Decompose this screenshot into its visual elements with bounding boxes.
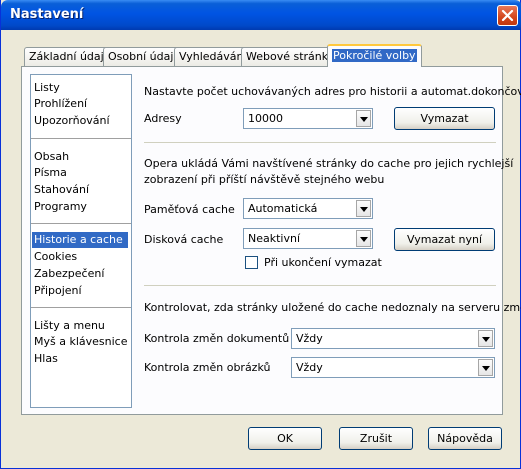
close-icon — [501, 9, 514, 22]
clear-history-button[interactable]: Vymazat — [394, 107, 495, 130]
sidebar-item-mouse-keyboard[interactable]: Myš a klávesnice — [34, 334, 127, 350]
section-divider — [144, 142, 496, 143]
cancel-button[interactable]: Zrušit — [339, 427, 413, 450]
sidebar-item-cookies[interactable]: Cookies — [34, 249, 77, 265]
window-title: Nastavení — [10, 7, 84, 22]
chevron-down-icon[interactable] — [356, 110, 371, 127]
disk-cache-value: Neaktivní — [248, 232, 301, 245]
sidebar-item-notifications[interactable]: Upozorňování — [34, 113, 110, 129]
chevron-down-icon[interactable] — [478, 330, 493, 347]
help-button[interactable]: Nápověda — [428, 427, 502, 450]
disk-cache-label: Disková cache — [144, 233, 224, 246]
sidebar-divider — [31, 138, 131, 139]
tab-web-pages[interactable]: Webové stránky — [241, 47, 340, 66]
memory-cache-select[interactable]: Automatická — [243, 198, 373, 219]
sidebar-item-voice[interactable]: Hlas — [34, 351, 58, 367]
close-button[interactable] — [497, 5, 518, 26]
sidebar-item-fonts[interactable]: Písma — [34, 165, 67, 181]
chevron-down-icon[interactable] — [356, 230, 371, 247]
memory-cache-value: Automatická — [248, 202, 318, 215]
tab-search[interactable]: Vyhledávání — [174, 47, 252, 66]
clear-on-exit-label[interactable]: Při ukončení vymazat — [264, 256, 382, 269]
check-documents-label: Kontrola změn dokumentů — [144, 332, 290, 345]
addresses-select[interactable]: 10000 — [243, 108, 373, 129]
memory-cache-label: Paměťová cache — [144, 203, 235, 216]
sidebar-item-programs[interactable]: Programy — [34, 199, 87, 215]
ok-button[interactable]: OK — [248, 427, 322, 450]
sidebar-item-toolbars-menu[interactable]: Lišty a menu — [34, 318, 105, 334]
chevron-down-icon[interactable] — [478, 359, 493, 376]
cache-description-line1: Opera ukládá Vámi navštívené stránky do … — [144, 157, 514, 170]
cache-description-line2: zobrazení při příští návštěvě stejného w… — [144, 173, 385, 186]
history-heading: Nastavte počet uchovávaných adres pro hi… — [144, 85, 521, 98]
tab-basic-info[interactable]: Základní údaje — [24, 47, 116, 66]
sidebar-item-tabs[interactable]: Listy — [34, 80, 60, 96]
sidebar-item-connection[interactable]: Připojení — [34, 283, 82, 299]
check-images-select[interactable]: Vždy — [291, 357, 495, 378]
sidebar-item-downloads[interactable]: Stahování — [34, 182, 89, 198]
tab-advanced[interactable]: Pokročilé volby — [327, 44, 422, 67]
settings-window: Nastavení Základní údaje Osobní údaje Vy… — [0, 0, 521, 469]
check-documents-select[interactable]: Vždy — [291, 328, 495, 349]
category-list[interactable]: Listy Prohlížení Upozorňování Obsah Písm… — [30, 74, 132, 408]
title-bar[interactable]: Nastavení — [1, 0, 521, 30]
disk-cache-select[interactable]: Neaktivní — [243, 228, 373, 249]
clear-on-exit-checkbox[interactable] — [245, 256, 258, 269]
tab-personal-info[interactable]: Osobní údaje — [103, 47, 186, 66]
tab-advanced-label: Pokročilé volby — [332, 49, 417, 62]
cache-check-heading: Kontrolovat, zda stránky uložené do cach… — [144, 301, 521, 314]
sidebar-item-security[interactable]: Zabezpečení — [34, 266, 104, 282]
sidebar-item-content[interactable]: Obsah — [34, 149, 69, 165]
clear-cache-now-button[interactable]: Vymazat nyní — [394, 228, 495, 251]
sidebar-item-history-cache[interactable]: Historie a cache — [32, 232, 128, 248]
check-images-label: Kontrola změn obrázků — [144, 361, 271, 374]
addresses-label: Adresy — [144, 112, 182, 125]
addresses-value: 10000 — [248, 112, 283, 125]
sidebar-divider — [31, 307, 131, 308]
chevron-down-icon[interactable] — [356, 200, 371, 217]
check-images-value: Vždy — [296, 361, 323, 374]
check-documents-value: Vždy — [296, 332, 323, 345]
section-divider — [144, 285, 496, 286]
sidebar-item-browsing[interactable]: Prohlížení — [34, 96, 87, 112]
sidebar-divider — [31, 223, 131, 224]
